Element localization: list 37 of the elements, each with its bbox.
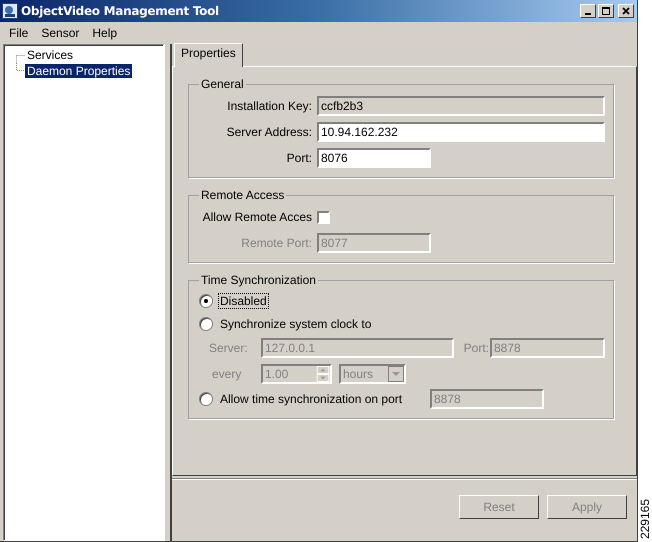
tab[interactable]: Properties <box>174 43 243 67</box>
radio-label[interactable]: Disabled <box>218 292 269 308</box>
menu-item[interactable]: Help <box>92 26 118 40</box>
radio-button[interactable] <box>199 316 213 330</box>
field-label: every <box>211 367 242 381</box>
radio-button[interactable] <box>199 392 213 406</box>
field-label: Port: <box>464 341 489 355</box>
window-title: ObjectVideo Management Tool <box>21 4 220 18</box>
maximize-button[interactable] <box>598 4 614 18</box>
input-field[interactable]: ccfb2b3 <box>317 96 605 116</box>
field-label: Installation Key: <box>226 99 313 113</box>
close-button[interactable] <box>618 4 634 18</box>
radio-button[interactable] <box>199 294 213 308</box>
field-label: Server: <box>208 341 249 355</box>
input-field[interactable]: 10.94.162.232 <box>317 122 605 142</box>
field-label: Server Address: <box>226 125 313 139</box>
spinner-arrows-icon[interactable] <box>316 366 330 382</box>
field-label: Port: <box>286 151 313 165</box>
group-title: Time Synchronization <box>200 273 317 287</box>
close-icon <box>621 6 631 16</box>
checkbox-label: Allow Remote Acces <box>202 210 313 224</box>
tree-item[interactable]: Daemon Properties <box>25 64 132 78</box>
minimize-button[interactable] <box>580 4 596 18</box>
checkbox[interactable] <box>317 210 330 224</box>
group-title: Remote Access <box>200 188 286 202</box>
radio-label[interactable]: Allow time synchronization on port <box>218 390 426 406</box>
input-field[interactable]: 8076 <box>317 148 431 168</box>
radio-label[interactable]: Synchronize system clock to <box>218 316 374 332</box>
tree-item[interactable]: Services <box>25 48 76 62</box>
menu-item[interactable]: Sensor <box>41 26 80 40</box>
minimize-icon <box>585 13 591 15</box>
maximize-icon <box>601 6 611 16</box>
field-label: Remote Port: <box>240 236 313 250</box>
figure-number: 229165 <box>638 498 652 539</box>
group-title: General <box>200 77 245 91</box>
splitter[interactable] <box>164 44 172 541</box>
menu-item[interactable]: File <box>9 26 28 40</box>
